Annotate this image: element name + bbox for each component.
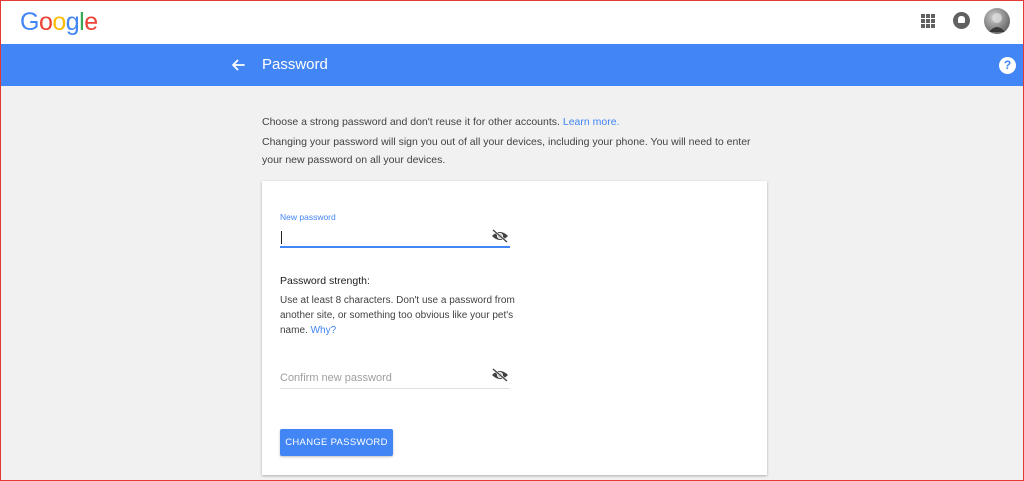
why-link[interactable]: Why? <box>311 325 337 336</box>
intro-line-1-text: Choose a strong password and don't reuse… <box>262 116 560 128</box>
password-card: New password Password strength: Use at l… <box>262 181 767 475</box>
intro-line-2: Changing your password will sign you out… <box>262 136 751 166</box>
google-logo[interactable]: Google <box>20 7 98 37</box>
intro-line-1: Choose a strong password and don't reuse… <box>262 113 772 131</box>
password-strength-title: Password strength: <box>280 275 370 287</box>
page-header: Password ? <box>0 44 1024 86</box>
logo-letter-g2: g <box>65 8 80 36</box>
logo-letter-o1: o <box>38 8 53 36</box>
visibility-off-icon[interactable] <box>491 368 509 382</box>
visibility-off-icon[interactable] <box>491 229 509 243</box>
page-title: Password <box>262 56 328 73</box>
apps-grid-icon[interactable] <box>921 14 935 28</box>
top-bar: Google <box>0 0 1024 44</box>
arrow-back-icon[interactable] <box>230 57 246 73</box>
new-password-label: New password <box>280 212 336 222</box>
avatar[interactable] <box>984 8 1010 34</box>
confirm-password-input[interactable] <box>280 367 510 389</box>
intro-text: Choose a strong password and don't reuse… <box>262 113 772 169</box>
learn-more-link[interactable]: Learn more. <box>563 116 620 128</box>
text-caret <box>281 231 282 244</box>
help-icon[interactable]: ? <box>999 57 1016 74</box>
logo-letter-e: e <box>84 8 98 36</box>
password-strength-description: Use at least 8 characters. Don't use a p… <box>280 293 520 338</box>
logo-letter-o2: o <box>52 8 66 36</box>
change-password-button[interactable]: CHANGE PASSWORD <box>280 429 393 456</box>
new-password-input[interactable] <box>280 226 510 248</box>
notifications-icon[interactable] <box>953 12 970 29</box>
logo-letter-g: G <box>20 8 39 36</box>
